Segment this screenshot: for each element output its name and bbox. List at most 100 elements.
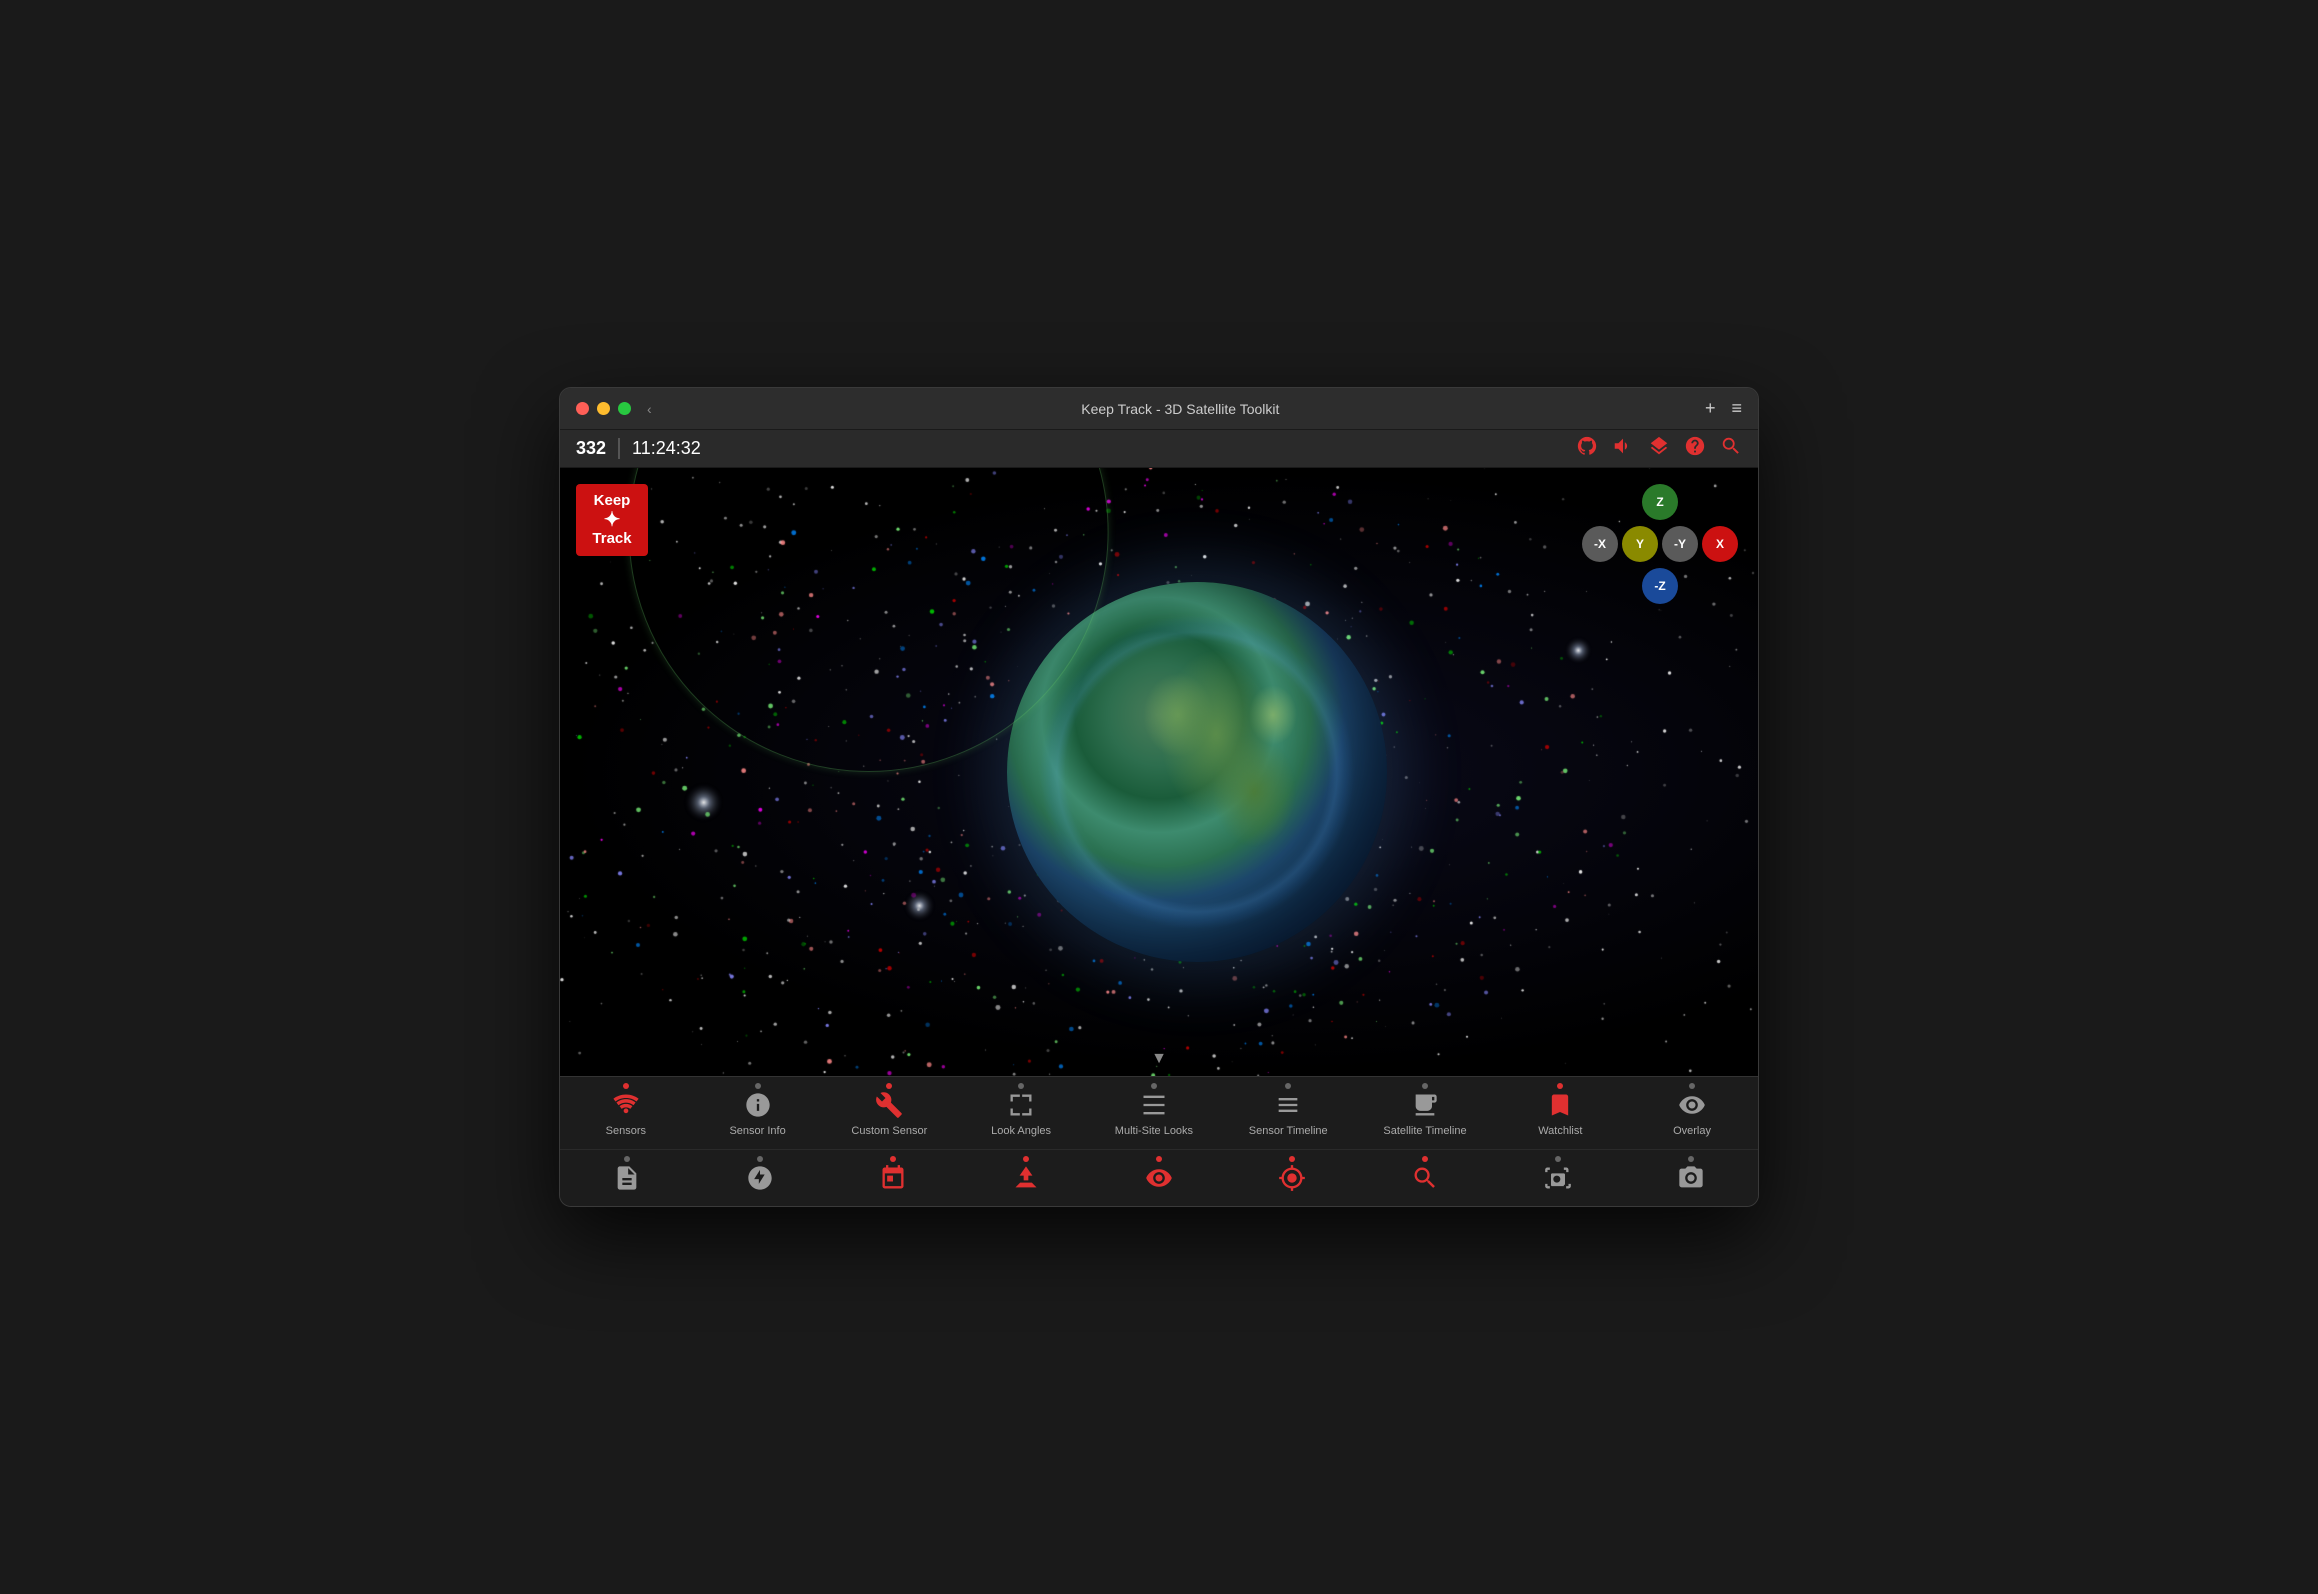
scan2-icon (1677, 1162, 1705, 1194)
satellite-timeline-tool[interactable]: Satellite Timeline (1371, 1083, 1478, 1143)
tools-row-2 (560, 1150, 1758, 1206)
title-bar: ‹ Keep Track - 3D Satellite Toolkit + ≡ (560, 388, 1758, 430)
look-angles-dot (1018, 1083, 1024, 1089)
radar-dot (757, 1156, 763, 1162)
y-pos-axis-button[interactable]: Y (1622, 526, 1658, 562)
github-icon[interactable] (1576, 435, 1598, 463)
sensors-label: Sensors (606, 1125, 646, 1137)
custom-sensor-tool[interactable]: Custom Sensor (839, 1083, 939, 1143)
title-actions: + ≡ (1705, 398, 1742, 419)
overlay-icon (1678, 1089, 1706, 1121)
sensor-info-dot (755, 1083, 761, 1089)
app-logo[interactable]: Keep ✦ Track (576, 484, 648, 556)
sensor-timeline-icon (1274, 1089, 1302, 1121)
look-angles-icon (1007, 1089, 1035, 1121)
axis-controls: Z -X Y -Y X -Z (1582, 484, 1738, 604)
axis-middle-row: -X Y -Y X (1582, 526, 1738, 562)
tools-row-1: Sensors Sensor Info (560, 1077, 1758, 1150)
calendar-dot (890, 1156, 896, 1162)
scan1-icon (1544, 1162, 1572, 1194)
help-icon[interactable] (1684, 435, 1706, 463)
tracking-icon (1278, 1162, 1306, 1194)
multi-site-looks-icon (1140, 1089, 1168, 1121)
scroll-indicator: ▼ (1151, 1050, 1167, 1068)
main-viewport[interactable]: Keep ✦ Track Z -X Y -Y X -Z ▼ (560, 468, 1758, 1076)
file-dot (624, 1156, 630, 1162)
multi-site-looks-dot (1151, 1083, 1157, 1089)
satellite-timeline-label: Satellite Timeline (1383, 1125, 1466, 1137)
sensors-dot (623, 1083, 629, 1089)
traffic-lights (576, 402, 631, 415)
toolbar-icons (1576, 435, 1742, 463)
custom-sensor-label: Custom Sensor (851, 1125, 927, 1137)
minimize-button[interactable] (597, 402, 610, 415)
sensors-icon (612, 1089, 640, 1121)
radar-tool[interactable] (710, 1156, 810, 1200)
overlay-label: Overlay (1673, 1125, 1711, 1137)
analysis-dot (1422, 1156, 1428, 1162)
scan2-tool[interactable] (1641, 1156, 1741, 1200)
scan1-tool[interactable] (1508, 1156, 1608, 1200)
watchlist-label: Watchlist (1538, 1125, 1582, 1137)
launch-tool[interactable] (976, 1156, 1076, 1200)
tracking-tool[interactable] (1242, 1156, 1342, 1200)
multi-site-looks-tool[interactable]: Multi-Site Looks (1103, 1083, 1205, 1143)
bottom-toolbar: Sensors Sensor Info (560, 1076, 1758, 1206)
multi-site-looks-label: Multi-Site Looks (1115, 1125, 1193, 1137)
time-display: 11:24:32 (632, 438, 1576, 459)
satellite-eye-icon (1145, 1162, 1173, 1194)
add-tab-button[interactable]: + (1705, 398, 1716, 419)
satellite-count: 332 (576, 438, 620, 459)
watchlist-dot (1557, 1083, 1563, 1089)
window-title: Keep Track - 3D Satellite Toolkit (668, 401, 1693, 417)
overlay-tool[interactable]: Overlay (1642, 1083, 1742, 1143)
sensor-timeline-tool[interactable]: Sensor Timeline (1237, 1083, 1340, 1143)
custom-sensor-icon (875, 1089, 903, 1121)
radar-icon (746, 1162, 774, 1194)
y-neg-axis-button[interactable]: -Y (1662, 526, 1698, 562)
app-toolbar: 332 11:24:32 (560, 430, 1758, 468)
calendar-icon (879, 1162, 907, 1194)
satellite-timeline-dot (1422, 1083, 1428, 1089)
z-neg-axis-button[interactable]: -Z (1642, 568, 1678, 604)
logo-line1: Keep (594, 492, 631, 510)
sensor-info-tool[interactable]: Sensor Info (708, 1083, 808, 1143)
back-button[interactable]: ‹ (643, 401, 656, 417)
look-angles-tool[interactable]: Look Angles (971, 1083, 1071, 1143)
overlay-dot (1689, 1083, 1695, 1089)
watchlist-icon (1546, 1089, 1574, 1121)
look-angles-label: Look Angles (991, 1125, 1051, 1137)
x-pos-axis-button[interactable]: X (1702, 526, 1738, 562)
sensors-tool[interactable]: Sensors (576, 1083, 676, 1143)
calendar-tool[interactable] (843, 1156, 943, 1200)
watchlist-tool[interactable]: Watchlist (1510, 1083, 1610, 1143)
launch-icon (1012, 1162, 1040, 1194)
x-neg-axis-button[interactable]: -X (1582, 526, 1618, 562)
menu-button[interactable]: ≡ (1731, 398, 1742, 419)
scan2-dot (1688, 1156, 1694, 1162)
analysis-icon (1411, 1162, 1439, 1194)
file-tool[interactable] (577, 1156, 677, 1200)
sensor-timeline-label: Sensor Timeline (1249, 1125, 1328, 1137)
file-icon (613, 1162, 641, 1194)
satellite-eye-tool[interactable] (1109, 1156, 1209, 1200)
maximize-button[interactable] (618, 402, 631, 415)
analysis-tool[interactable] (1375, 1156, 1475, 1200)
close-button[interactable] (576, 402, 589, 415)
z-top-axis-button[interactable]: Z (1642, 484, 1678, 520)
satellite-timeline-icon (1411, 1089, 1439, 1121)
tracking-dot (1289, 1156, 1295, 1162)
sensor-info-icon (744, 1089, 772, 1121)
sensor-info-label: Sensor Info (729, 1125, 785, 1137)
logo-track-icon: ✦ (604, 510, 621, 530)
launch-dot (1023, 1156, 1029, 1162)
app-window: ‹ Keep Track - 3D Satellite Toolkit + ≡ … (559, 387, 1759, 1207)
sensor-timeline-dot (1285, 1083, 1291, 1089)
search-icon[interactable] (1720, 435, 1742, 463)
layers-icon[interactable] (1648, 435, 1670, 463)
scan1-dot (1555, 1156, 1561, 1162)
logo-line2: Track (592, 530, 631, 548)
satellite-eye-dot (1156, 1156, 1162, 1162)
sound-icon[interactable] (1612, 435, 1634, 463)
custom-sensor-dot (886, 1083, 892, 1089)
